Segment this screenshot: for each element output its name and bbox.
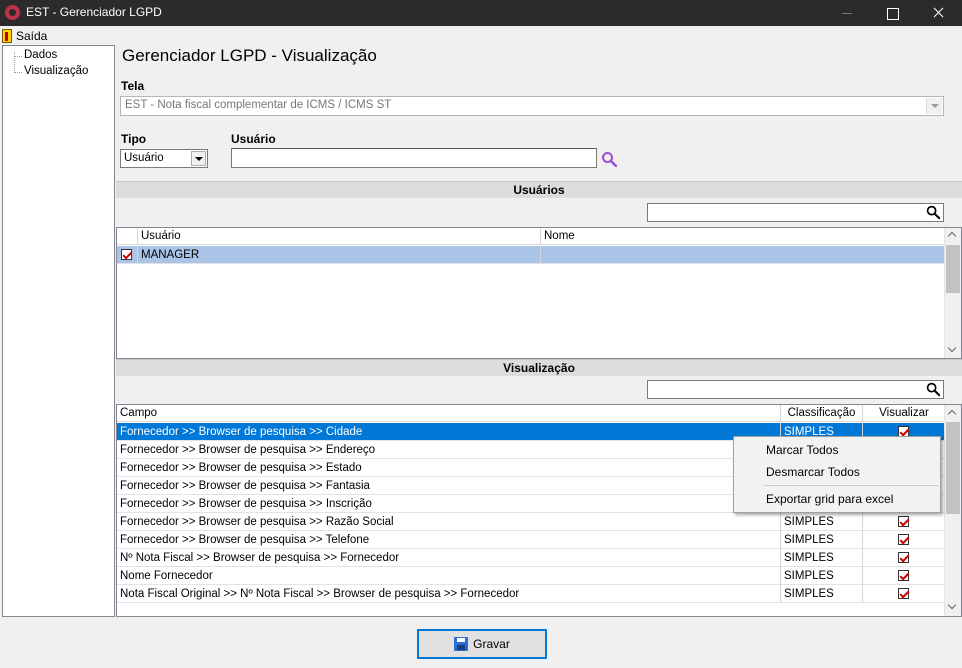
users-filter-input[interactable] — [647, 203, 944, 222]
app-logo-icon — [5, 5, 20, 20]
save-button[interactable]: Gravar — [417, 629, 547, 659]
tree-branch-line — [14, 72, 22, 73]
tela-select-value: EST - Nota fiscal complementar de ICMS /… — [125, 99, 392, 111]
usuario-input[interactable] — [231, 148, 597, 168]
scroll-down-icon[interactable] — [949, 602, 957, 610]
tree-branch-line — [14, 56, 22, 57]
scroll-down-icon[interactable] — [949, 345, 957, 353]
users-header-check[interactable] — [117, 228, 138, 245]
view-grid-header: Campo Classificação Visualizar — [117, 405, 946, 422]
users-header-nome[interactable]: Nome — [541, 228, 946, 245]
close-button[interactable] — [916, 0, 962, 26]
menu-bar: Saída — [0, 26, 962, 45]
navigation-tree: Dados Visualização — [2, 45, 115, 617]
users-section-header: Usuários — [116, 181, 962, 198]
campo-cell: Nome Fornecedor — [117, 567, 781, 585]
search-icon[interactable] — [601, 151, 617, 167]
classificacao-cell: SIMPLES — [781, 513, 863, 531]
campo-cell: Fornecedor >> Browser de pesquisa >> End… — [117, 441, 781, 459]
checkbox[interactable] — [898, 570, 909, 581]
scroll-thumb[interactable] — [946, 245, 960, 293]
campo-cell: Fornecedor >> Browser de pesquisa >> Raz… — [117, 513, 781, 531]
view-header-campo[interactable]: Campo — [117, 405, 781, 422]
table-row[interactable]: Nota Fiscal Original >> Nº Nota Fiscal >… — [117, 585, 946, 603]
maximize-button[interactable] — [870, 0, 916, 26]
name-cell — [541, 246, 946, 264]
campo-cell: Fornecedor >> Browser de pesquisa >> Tel… — [117, 531, 781, 549]
checkbox[interactable] — [898, 516, 909, 527]
tela-label: Tela — [121, 79, 145, 93]
campo-cell: Fornecedor >> Browser de pesquisa >> Cid… — [117, 423, 781, 441]
users-header-usuario[interactable]: Usuário — [138, 228, 541, 245]
users-scrollbar[interactable] — [944, 228, 961, 358]
chevron-down-icon[interactable] — [926, 98, 942, 114]
menu-exit[interactable]: Saída — [2, 28, 47, 44]
campo-cell: Fornecedor >> Browser de pesquisa >> Ins… — [117, 495, 781, 513]
scroll-up-icon[interactable] — [949, 231, 957, 239]
title-bar: EST - Gerenciador LGPD — [0, 0, 962, 26]
tipo-select[interactable]: Usuário — [120, 149, 208, 168]
classificacao-cell: SIMPLES — [781, 567, 863, 585]
users-grid-header: Usuário Nome — [117, 228, 946, 245]
campo-cell: Nota Fiscal Original >> Nº Nota Fiscal >… — [117, 585, 781, 603]
view-section-header: Visualização — [116, 359, 962, 376]
user-cell: MANAGER — [138, 246, 541, 264]
window-title: EST - Gerenciador LGPD — [26, 5, 162, 19]
search-icon[interactable] — [926, 205, 941, 220]
table-row[interactable]: MANAGER — [117, 246, 946, 264]
tree-item-dados[interactable]: Dados — [24, 49, 57, 61]
tree-item-visualizacao[interactable]: Visualização — [24, 65, 88, 77]
tipo-select-value: Usuário — [124, 152, 164, 164]
row-check-cell[interactable] — [117, 246, 138, 264]
menu-exit-label: Saída — [16, 29, 48, 43]
classificacao-cell: SIMPLES — [781, 549, 863, 567]
menu-item-marcar-todos[interactable]: Marcar Todos — [734, 440, 940, 460]
view-header-classificacao[interactable]: Classificação — [781, 405, 863, 422]
menu-separator — [764, 485, 938, 486]
campo-cell: Nº Nota Fiscal >> Browser de pesquisa >>… — [117, 549, 781, 567]
visualizar-cell[interactable] — [863, 567, 946, 585]
search-icon[interactable] — [926, 382, 941, 397]
classificacao-cell: SIMPLES — [781, 531, 863, 549]
save-button-label: Gravar — [473, 637, 510, 651]
scroll-up-icon[interactable] — [949, 409, 957, 417]
menu-item-desmarcar-todos[interactable]: Desmarcar Todos — [734, 462, 940, 482]
classificacao-cell: SIMPLES — [781, 585, 863, 603]
table-row[interactable]: Fornecedor >> Browser de pesquisa >> Tel… — [117, 531, 946, 549]
tela-select[interactable]: EST - Nota fiscal complementar de ICMS /… — [120, 96, 944, 116]
campo-cell: Fornecedor >> Browser de pesquisa >> Fan… — [117, 477, 781, 495]
view-scrollbar[interactable] — [944, 405, 961, 616]
table-row[interactable]: Nº Nota Fiscal >> Browser de pesquisa >>… — [117, 549, 946, 567]
visualizar-cell[interactable] — [863, 531, 946, 549]
usuario-label: Usuário — [231, 132, 276, 146]
checkbox[interactable] — [121, 249, 132, 260]
page-title: Gerenciador LGPD - Visualização — [122, 46, 377, 65]
checkbox[interactable] — [898, 552, 909, 563]
menu-item-exportar-excel[interactable]: Exportar grid para excel — [734, 489, 940, 509]
save-disk-icon — [454, 637, 469, 651]
visualizar-cell[interactable] — [863, 513, 946, 531]
exit-door-icon — [2, 29, 12, 43]
checkbox[interactable] — [898, 534, 909, 545]
minimize-button[interactable] — [824, 0, 870, 26]
campo-cell: Fornecedor >> Browser de pesquisa >> Est… — [117, 459, 781, 477]
checkbox[interactable] — [898, 588, 909, 599]
visualizar-cell[interactable] — [863, 585, 946, 603]
scroll-thumb[interactable] — [946, 422, 960, 514]
users-grid: Usuário Nome MANAGER — [116, 227, 962, 359]
view-header-visualizar[interactable]: Visualizar — [863, 405, 946, 422]
table-row[interactable]: Nome Fornecedor SIMPLES — [117, 567, 946, 585]
tipo-label: Tipo — [121, 132, 147, 146]
table-row[interactable]: Fornecedor >> Browser de pesquisa >> Raz… — [117, 513, 946, 531]
view-filter-input[interactable] — [647, 380, 944, 399]
chevron-down-icon[interactable] — [191, 151, 206, 166]
visualizar-cell[interactable] — [863, 549, 946, 567]
context-menu: Marcar Todos Desmarcar Todos Exportar gr… — [733, 436, 941, 513]
